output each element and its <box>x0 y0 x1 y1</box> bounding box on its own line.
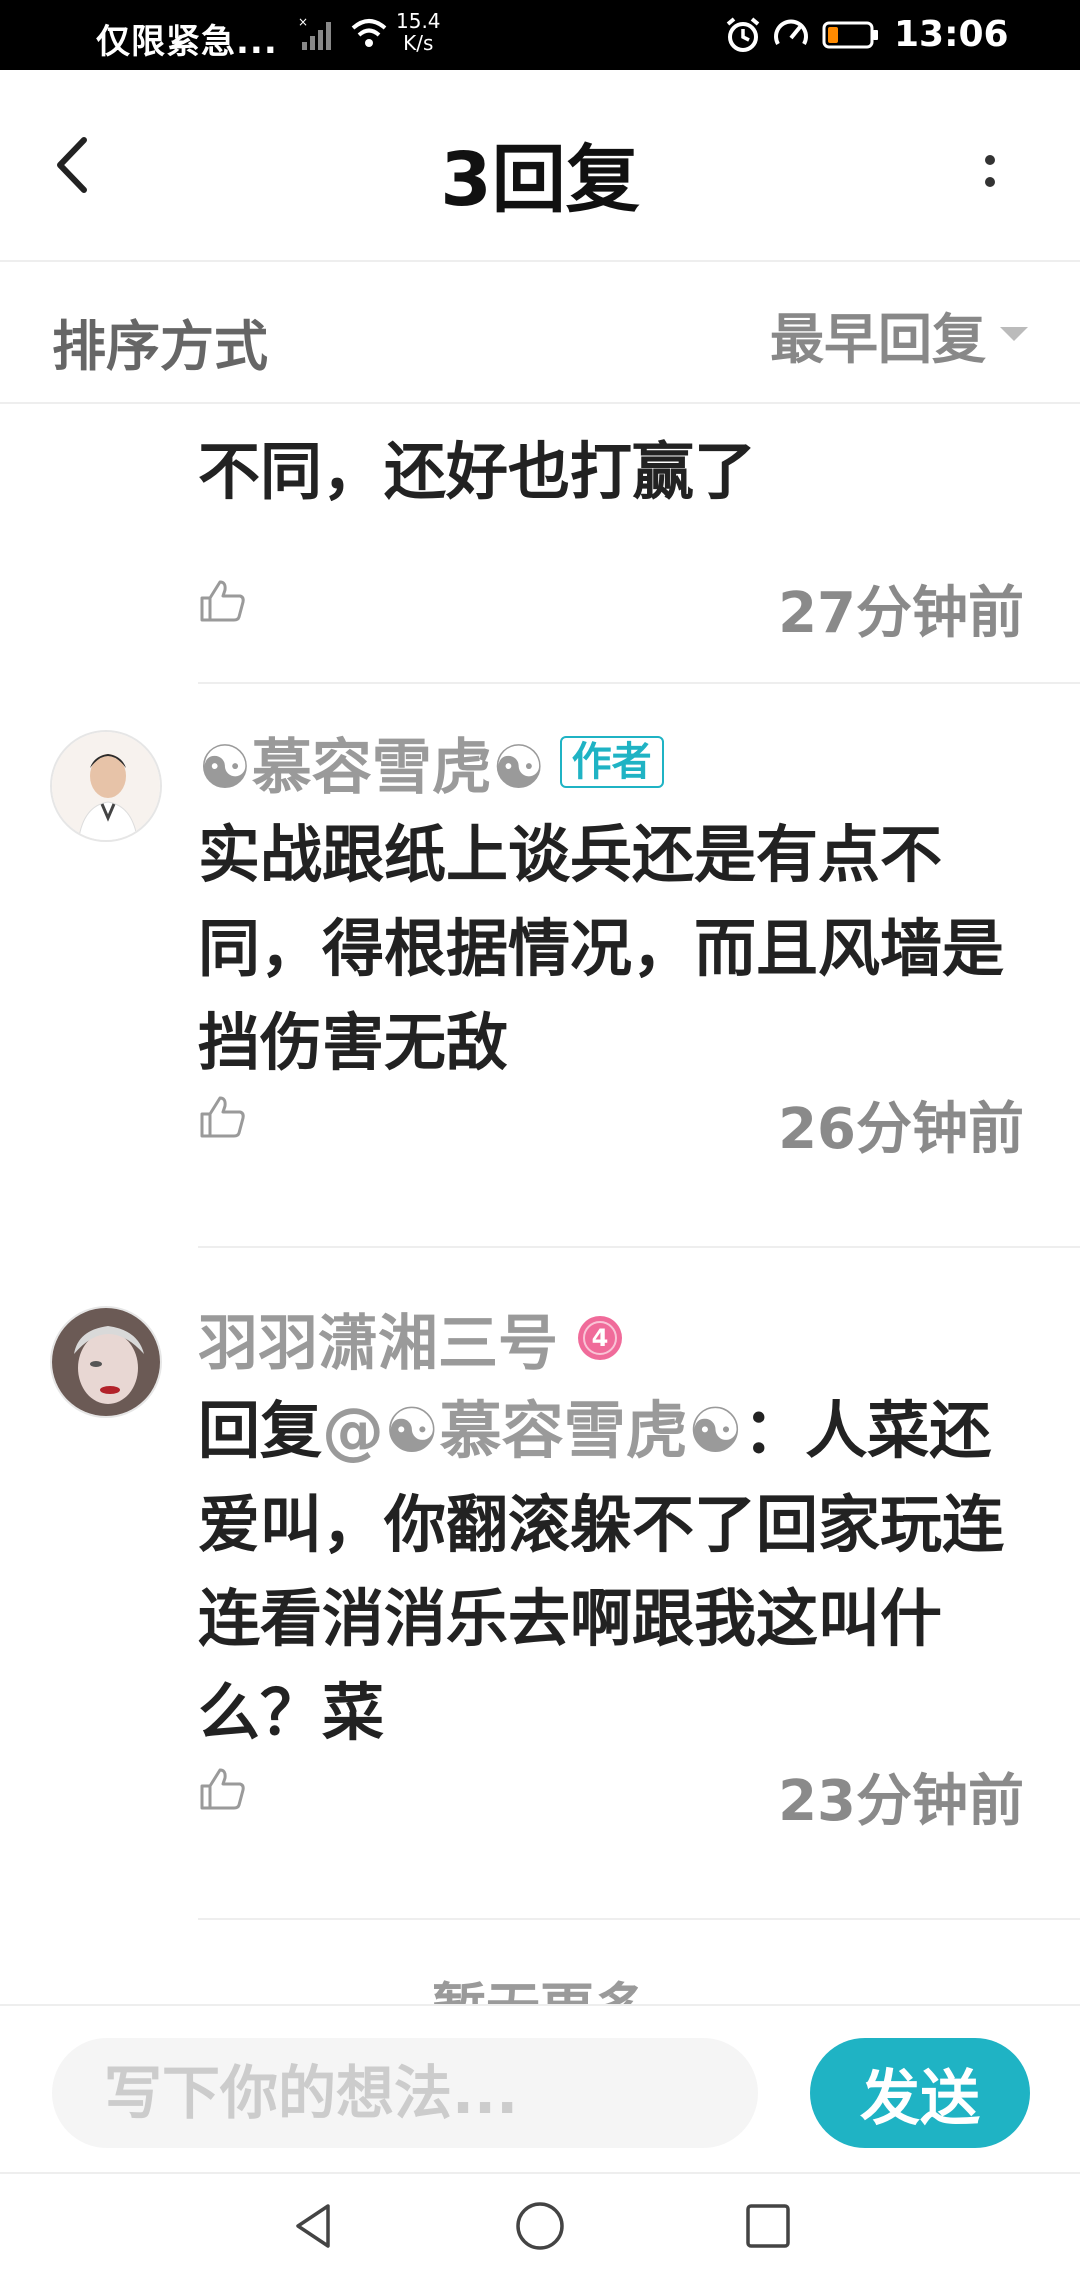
username[interactable]: 羽羽潇湘三号 <box>198 1295 558 1382</box>
nav-back-icon[interactable] <box>284 2196 344 2256</box>
avatar[interactable] <box>50 1306 162 1418</box>
avatar-image <box>52 1308 160 1416</box>
username[interactable]: ☯慕容雪虎☯ <box>198 719 546 806</box>
comment-header: ☯慕容雪虎☯ 作者 <box>198 722 664 803</box>
avatar[interactable] <box>50 730 162 842</box>
status-bar: 仅限紧急... × 15.4 K/s 13:06 <box>0 0 1080 70</box>
divider <box>198 682 1080 684</box>
net-speed-value: 15.4 <box>396 9 441 33</box>
comment-text: 回复@☯慕容雪虎☯：人菜还爱叫，你翻滚躲不了回家玩连连看消消乐去啊跟我这叫什么？… <box>198 1384 1038 1760</box>
caret-down-icon <box>1000 327 1028 341</box>
header: 3回复 <box>0 70 1080 262</box>
author-badge: 作者 <box>559 736 664 788</box>
thumbs-up-icon[interactable] <box>198 1092 248 1142</box>
comment-actions: 23分钟前 <box>198 1756 1024 1834</box>
thumbs-up-icon[interactable] <box>198 576 248 626</box>
reply-prefix: 回复 <box>198 1394 323 1467</box>
page-title: 3回复 <box>440 137 640 223</box>
reply-input-bar: 发送 <box>0 2004 1080 2174</box>
comment-text: 实战跟纸上谈兵还是有点不同，得根据情况，而且风墙是挡伤害无敌 <box>198 818 1005 1079</box>
sort-label: 排序方式 <box>52 315 268 378</box>
partial-comment-actions: 27分钟前 <box>198 568 1024 646</box>
net-speed-unit: K/s <box>403 31 434 55</box>
level-badge: 4 <box>578 1316 622 1360</box>
thumbs-up-icon[interactable] <box>198 1764 248 1814</box>
send-button[interactable]: 发送 <box>810 2038 1030 2148</box>
comment-time: 26分钟前 <box>778 1097 1024 1162</box>
divider <box>198 1246 1080 1248</box>
level-badge-number: 4 <box>592 1324 609 1352</box>
sort-value: 最早回复 <box>770 307 986 371</box>
sort-dropdown[interactable]: 最早回复 <box>770 302 1028 371</box>
data-saver-icon <box>774 19 808 45</box>
net-speed: 15.4 K/s <box>396 10 441 54</box>
sort-bar: 排序方式 最早回复 <box>0 262 1080 404</box>
nav-recents-icon[interactable] <box>738 2196 798 2256</box>
divider <box>198 1918 1080 1920</box>
nav-home-icon[interactable] <box>510 2196 570 2256</box>
mention-link[interactable]: @☯慕容雪虎☯ <box>322 1394 743 1467</box>
comment-time: 23分钟前 <box>778 1769 1024 1834</box>
wifi-icon <box>351 19 387 47</box>
partial-comment-text: 不同，还好也打赢了 <box>198 435 757 508</box>
reply-list[interactable]: 不同，还好也打赢了 27分钟前 ☯慕容雪虎☯ 作者 实战跟纸上谈兵还是有点不同，… <box>0 404 1080 2004</box>
avatar-image <box>52 732 160 840</box>
comment-actions: 26分钟前 <box>198 1084 1024 1162</box>
battery-icon <box>822 21 878 49</box>
svg-text:×: × <box>298 15 308 29</box>
signal-icon: × <box>298 15 331 50</box>
comment-time: 27分钟前 <box>778 581 1024 646</box>
more-options-icon[interactable] <box>960 130 1020 210</box>
carrier-text: 仅限紧急... <box>96 22 278 62</box>
alarm-icon <box>726 17 760 52</box>
reply-input[interactable] <box>52 2038 758 2148</box>
back-arrow-icon[interactable] <box>40 120 110 210</box>
system-nav-bar <box>0 2174 1080 2280</box>
comment-header: 羽羽潇湘三号 4 <box>198 1298 624 1379</box>
no-more-hint: 暂无更多 <box>0 1964 1080 2004</box>
clock: 13:06 <box>894 14 1009 55</box>
